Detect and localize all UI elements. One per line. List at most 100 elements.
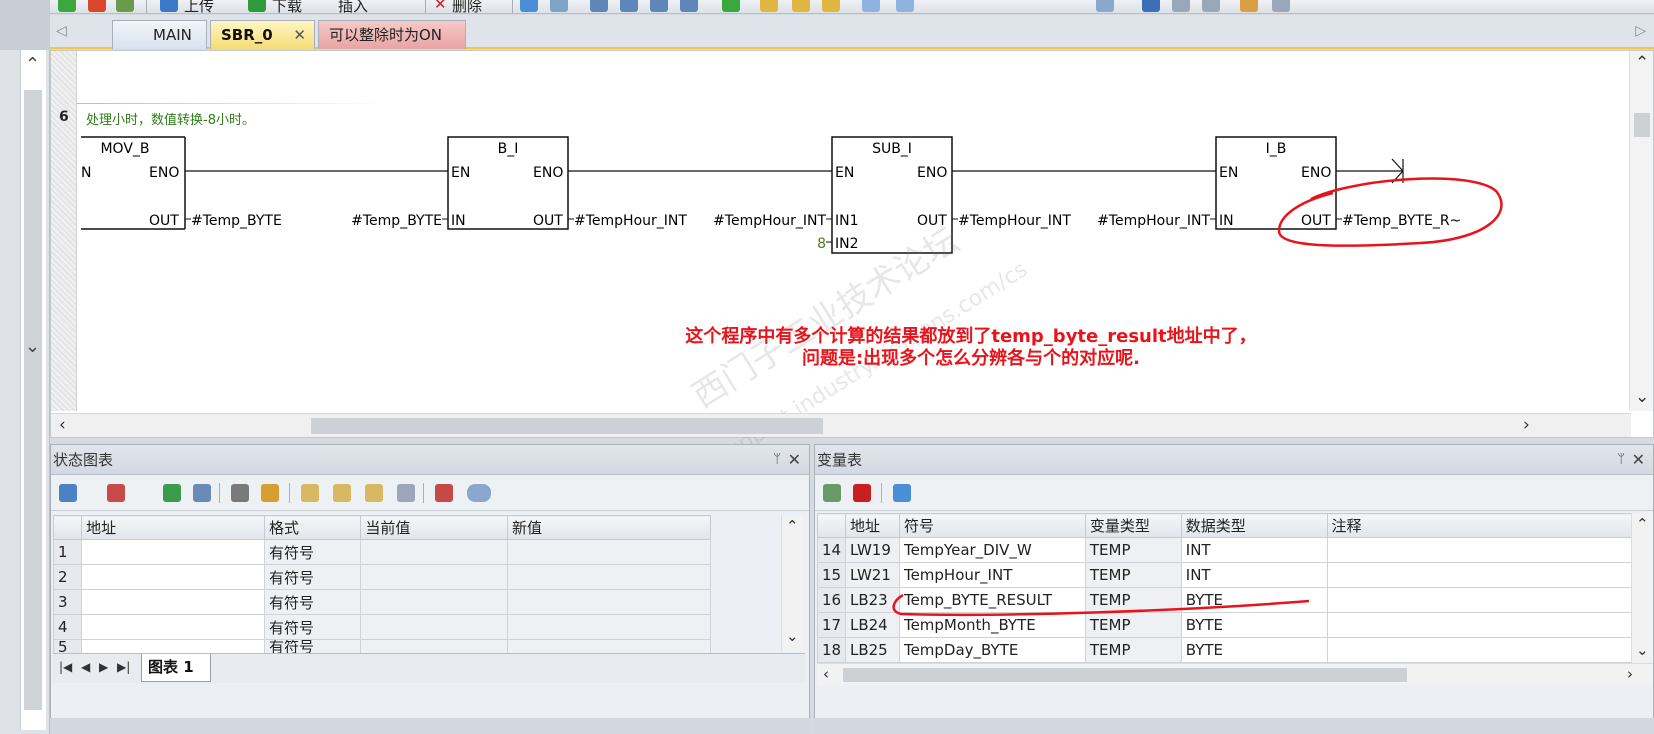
- sheet-tab-chart-1[interactable]: 图表 1: [141, 654, 211, 682]
- block-i-b[interactable]: I_B EN ENO IN OUT #TempHour_INT #Temp_BY…: [1097, 136, 1461, 230]
- run-icon[interactable]: [58, 0, 76, 12]
- close-icon[interactable]: ✕: [788, 445, 801, 475]
- scroll-down-icon[interactable]: ⌄: [1636, 641, 1649, 659]
- delete-button[interactable]: 删除: [452, 0, 482, 13]
- operand-out[interactable]: #Temp_BYTE: [191, 213, 282, 229]
- block-b-i[interactable]: B_I EN ENO IN OUT #Temp_BYTE #TempHour_I…: [351, 136, 687, 230]
- table-row[interactable]: 18 LB25 TempDay_BYTE TEMP BYTE: [817, 637, 1634, 663]
- lock-icon[interactable]: [760, 0, 778, 12]
- left-vertical-scrollbar[interactable]: ⌃ ⌄: [20, 50, 46, 730]
- symbol-icon[interactable]: [1202, 0, 1220, 12]
- table-row[interactable]: 4 有符号: [52, 614, 711, 640]
- table-row[interactable]: 14 LW19 TempYear_DIV_W TEMP INT: [817, 537, 1634, 563]
- last-sheet-icon[interactable]: ▶|: [117, 660, 130, 674]
- variable-table-vertical-scrollbar[interactable]: ⌃ ⌄: [1631, 513, 1653, 663]
- scroll-thumb[interactable]: [1634, 113, 1650, 137]
- block-sub-i[interactable]: SUB_I EN ENO IN1 IN2 OUT #TempHour_INT 8…: [713, 136, 1071, 254]
- column-header[interactable]: 新值: [507, 515, 711, 540]
- insert-button[interactable]: 插入: [338, 0, 368, 13]
- page-icon[interactable]: [650, 0, 668, 12]
- table-row[interactable]: 3 有符号: [52, 589, 711, 615]
- page-icon[interactable]: [590, 0, 608, 12]
- stop-icon[interactable]: [88, 0, 106, 12]
- tag-icon[interactable]: [467, 484, 491, 502]
- pause-icon[interactable]: [193, 484, 211, 502]
- table-icon[interactable]: [1142, 0, 1160, 12]
- ladder-editor[interactable]: 6 处理小时，数值转换-8小时。 MOV_B N ENO OUT #Temp_B…: [50, 50, 1654, 470]
- upload-icon[interactable]: [160, 0, 178, 12]
- status-chart-table[interactable]: 地址 格式 当前值 新值 1 有符号 2 有符号 3 有符号 4 有符号 5 有符号: [52, 515, 711, 654]
- scroll-thumb[interactable]: [843, 668, 1407, 682]
- page-icon[interactable]: [680, 0, 698, 12]
- column-header[interactable]: 符号: [898, 513, 1086, 538]
- download-button[interactable]: 下载: [272, 0, 302, 13]
- delete-row-icon[interactable]: [853, 484, 871, 502]
- delete-x-icon[interactable]: ✕: [434, 0, 447, 13]
- network-icon[interactable]: [520, 0, 538, 12]
- tab-divisible-on[interactable]: 可以整除时为ON: [318, 20, 466, 49]
- read-icon[interactable]: [397, 484, 415, 502]
- scroll-left-icon[interactable]: ‹: [823, 665, 829, 683]
- grid-icon[interactable]: [1272, 0, 1290, 12]
- scroll-up-icon[interactable]: ⌃: [1636, 515, 1649, 533]
- lock-icon[interactable]: [301, 484, 319, 502]
- column-header[interactable]: 当前值: [360, 515, 509, 540]
- tab-main[interactable]: MAIN: [112, 20, 207, 49]
- editor-vertical-scrollbar[interactable]: ⌃ ⌄: [1629, 51, 1653, 411]
- doc-icon[interactable]: [1172, 0, 1190, 12]
- lock-icon[interactable]: [822, 0, 840, 12]
- first-sheet-icon[interactable]: |◀: [59, 660, 72, 674]
- column-header[interactable]: 地址: [844, 513, 900, 538]
- close-icon[interactable]: ✕: [1632, 445, 1645, 475]
- operand-in[interactable]: #Temp_BYTE: [351, 213, 442, 229]
- next-sheet-icon[interactable]: ▶: [99, 660, 108, 674]
- scroll-down-icon[interactable]: ⌄: [25, 336, 40, 357]
- start-monitor-icon[interactable]: [163, 484, 181, 502]
- scroll-down-icon[interactable]: ⌄: [786, 627, 799, 645]
- operand-in2[interactable]: 8: [817, 236, 826, 252]
- unlock-icon[interactable]: [333, 484, 351, 502]
- variable-table-horizontal-scrollbar[interactable]: ‹ ›: [817, 663, 1653, 685]
- table-row[interactable]: 5 有符号: [52, 639, 711, 654]
- operand-in1[interactable]: #TempHour_INT: [713, 213, 826, 229]
- upload-button[interactable]: 上传: [184, 0, 214, 13]
- tab-scroll-right-icon[interactable]: ▷: [1635, 23, 1646, 39]
- operand-out[interactable]: #TempHour_INT: [958, 213, 1071, 229]
- column-header[interactable]: 格式: [263, 515, 362, 540]
- scroll-up-icon[interactable]: ⌃: [25, 54, 40, 75]
- arrow-icon[interactable]: [862, 0, 880, 12]
- operand-out[interactable]: #TempHour_INT: [574, 213, 687, 229]
- status-panel-bottom-tabs[interactable]: [50, 718, 810, 734]
- column-header[interactable]: 注释: [1326, 513, 1634, 538]
- status-chart-vertical-scrollbar[interactable]: ⌃ ⌄: [781, 515, 803, 651]
- compile-icon[interactable]: [116, 0, 134, 12]
- scroll-up-icon[interactable]: ⌃: [786, 517, 799, 535]
- prev-sheet-icon[interactable]: ◀: [81, 660, 90, 674]
- arrow-icon[interactable]: [896, 0, 914, 12]
- table-row[interactable]: 1 有符号: [52, 539, 711, 565]
- scroll-up-icon[interactable]: ⌃: [1635, 53, 1649, 73]
- scroll-right-icon[interactable]: ›: [1627, 665, 1633, 683]
- tab-sbr-0[interactable]: SBR_0 ✕: [210, 20, 315, 49]
- column-header[interactable]: 变量类型: [1084, 513, 1182, 538]
- add-row-icon[interactable]: [59, 484, 77, 502]
- editor-horizontal-scrollbar[interactable]: ‹ ›: [51, 413, 1631, 437]
- download-icon[interactable]: [248, 0, 266, 12]
- scroll-down-icon[interactable]: ⌄: [1635, 387, 1649, 407]
- lock-icon[interactable]: [792, 0, 810, 12]
- trend-icon[interactable]: [435, 484, 453, 502]
- pencil-icon[interactable]: [261, 484, 279, 502]
- lock-all-icon[interactable]: [365, 484, 383, 502]
- operand-in[interactable]: #TempHour_INT: [1097, 213, 1210, 229]
- column-header[interactable]: 数据类型: [1180, 513, 1328, 538]
- block-mov-b[interactable]: MOV_B N ENO OUT #Temp_BYTE: [81, 136, 282, 230]
- network-icon[interactable]: [550, 0, 568, 12]
- edit-icon[interactable]: [1240, 0, 1258, 12]
- update-icon[interactable]: [893, 484, 911, 502]
- scroll-left-icon[interactable]: ‹: [59, 415, 66, 435]
- scroll-thumb[interactable]: [24, 90, 42, 710]
- variable-panel-bottom-tabs[interactable]: [814, 718, 1654, 734]
- check-icon[interactable]: [722, 0, 740, 12]
- insert-row-icon[interactable]: [823, 484, 841, 502]
- delete-row-icon[interactable]: [107, 484, 125, 502]
